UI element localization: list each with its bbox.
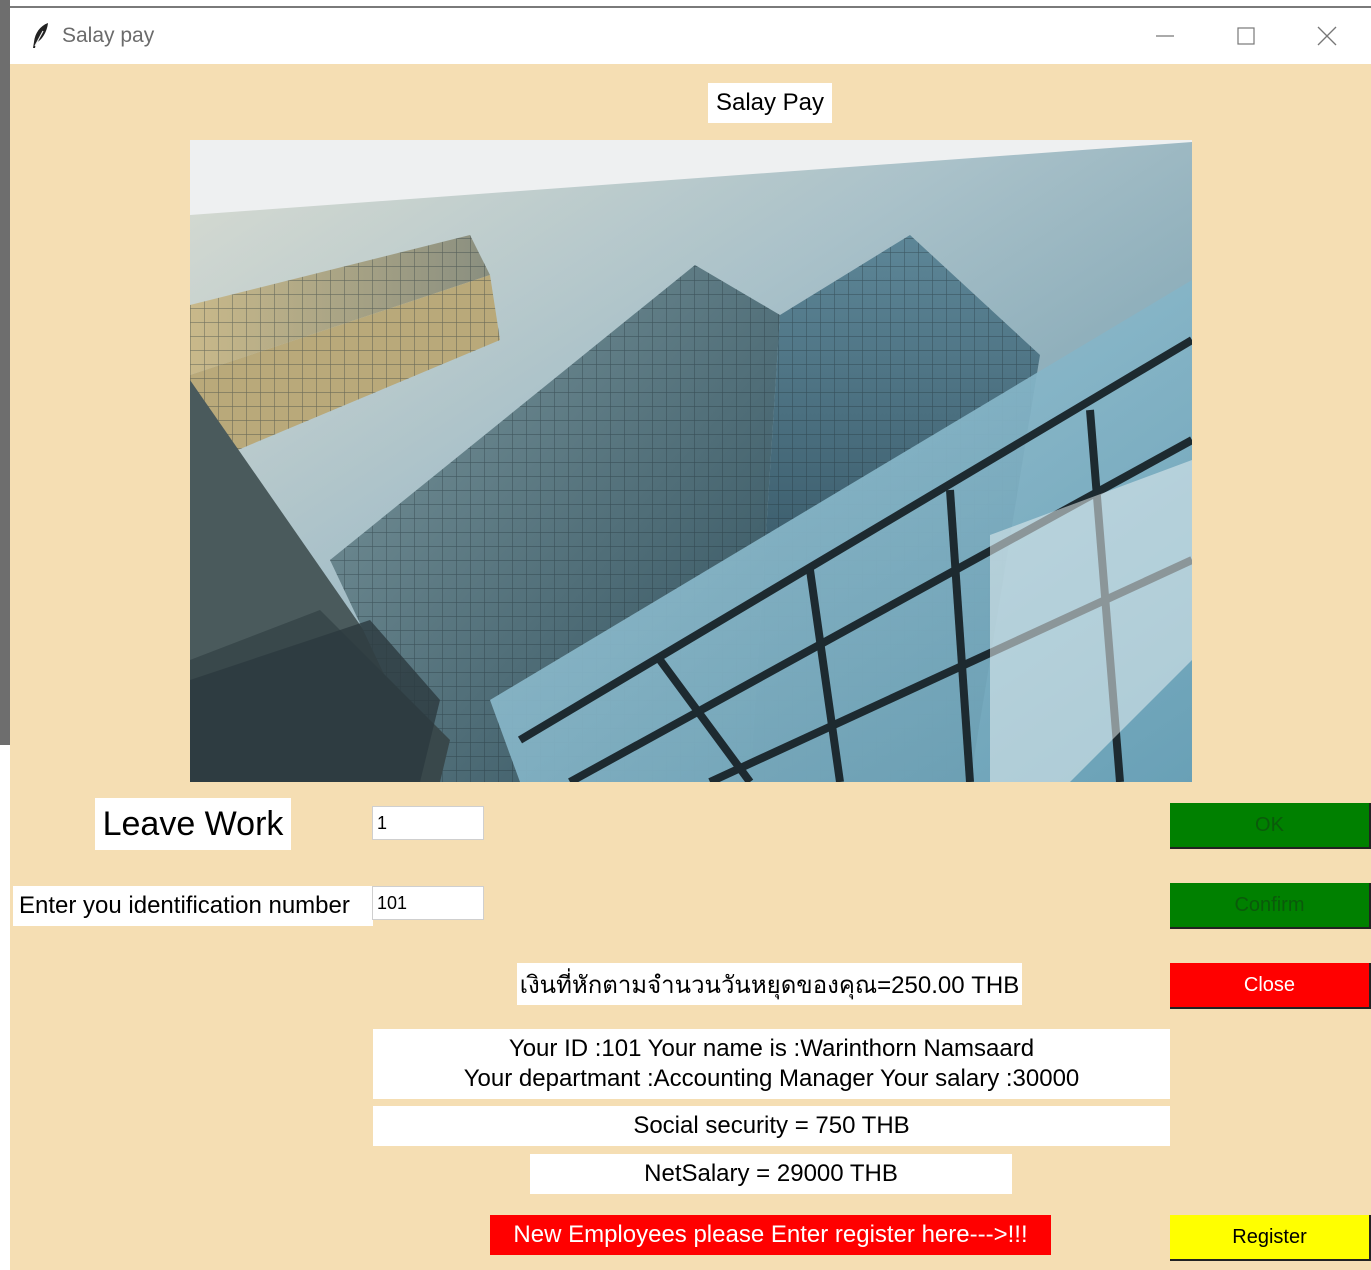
social-security-result: Social security = 750 THB [373,1106,1170,1146]
page-heading: Salay Pay [708,83,832,123]
register-button[interactable]: Register [1170,1215,1371,1261]
employee-info: Your ID :101 Your name is :Warinthorn Na… [373,1029,1170,1099]
leave-days-input[interactable]: 1 [372,806,484,840]
leave-work-label: Leave Work [95,798,291,850]
window-close-button[interactable] [1287,8,1367,64]
id-number-label: Enter you identification number [13,886,373,926]
id-number-input[interactable]: 101 [372,886,484,920]
net-salary-result: NetSalary = 29000 THB [530,1154,1012,1194]
confirm-button[interactable]: Confirm [1170,883,1371,929]
app-window: Salay pay Salay Pay Leave Work 1 Enter y… [10,6,1371,1270]
minimize-icon [1156,35,1174,37]
feather-icon [33,23,48,48]
window-title: Salay pay [62,24,155,47]
ok-button[interactable]: OK [1170,803,1371,849]
employee-info-line2: Your departmant :Accounting Manager Your… [463,1065,1080,1092]
maximize-button[interactable] [1206,8,1286,64]
screen-edge-left [0,0,10,745]
title-bar[interactable]: Salay pay [10,8,1371,64]
close-icon [1317,26,1337,46]
employee-info-line1: Your ID :101 Your name is :Warinthorn Na… [508,1035,1035,1062]
minimize-button[interactable] [1125,8,1205,64]
deduction-result: เงินที่หักตามจำนวนวันหยุดของคุณ=250.00 T… [517,963,1022,1005]
maximize-icon [1237,27,1255,45]
register-prompt: New Employees please Enter register here… [490,1215,1051,1255]
skyscraper-photo [190,140,1192,782]
close-button[interactable]: Close [1170,963,1371,1009]
